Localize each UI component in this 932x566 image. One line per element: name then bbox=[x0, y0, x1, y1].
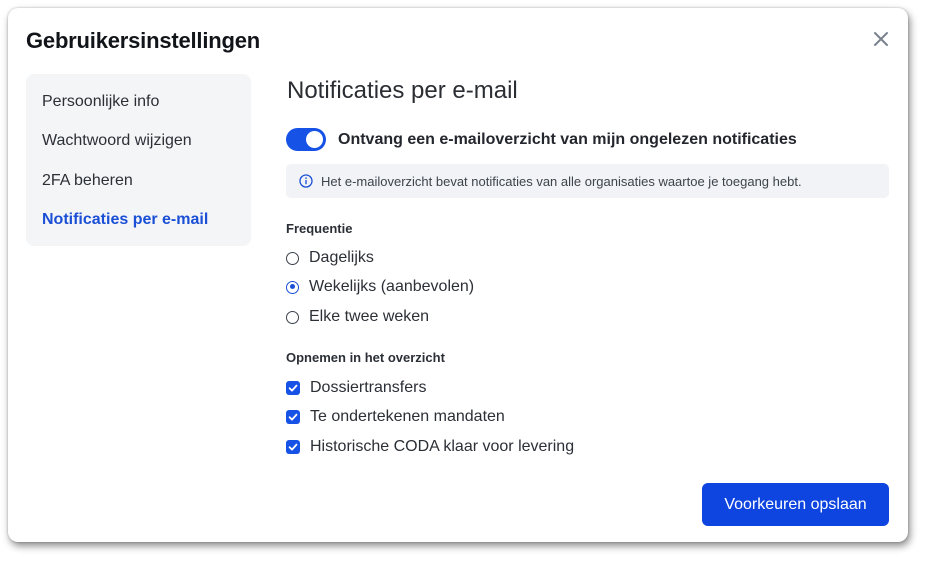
sidebar-item-personal-info[interactable]: Persoonlijke info bbox=[42, 93, 159, 111]
email-digest-toggle[interactable] bbox=[286, 128, 326, 151]
checkbox[interactable] bbox=[286, 440, 300, 454]
radio-button[interactable] bbox=[286, 251, 299, 265]
checkmark-icon bbox=[288, 443, 298, 451]
settings-sidebar: Persoonlijke info Wachtwoord wijzigen 2F… bbox=[26, 74, 251, 246]
option-label: Wekelijks (aanbevolen) bbox=[309, 278, 475, 295]
info-text: Het e-mailoverzicht bevat notificaties v… bbox=[321, 174, 802, 189]
option-label: Te ondertekenen mandaten bbox=[310, 408, 505, 425]
checkmark-icon bbox=[288, 384, 298, 392]
option-label: Dagelijks bbox=[309, 249, 374, 266]
email-digest-toggle-label: Ontvang een e-mailoverzicht van mijn ong… bbox=[338, 131, 797, 148]
sidebar-item-email-notifications[interactable]: Notificaties per e-mail bbox=[42, 211, 208, 229]
modal-title: Gebruikersinstellingen bbox=[26, 28, 261, 53]
save-preferences-button[interactable]: Voorkeuren opslaan bbox=[702, 483, 889, 526]
info-banner: Het e-mailoverzicht bevat notificaties v… bbox=[286, 164, 889, 198]
checkbox[interactable] bbox=[286, 410, 300, 424]
toggle-knob bbox=[306, 131, 323, 148]
option-label: Dossiertransfers bbox=[310, 379, 427, 396]
sidebar-item-manage-2fa[interactable]: 2FA beheren bbox=[42, 172, 133, 190]
settings-modal: Gebruikersinstellingen Persoonlijke info… bbox=[8, 8, 908, 542]
option-label: Historische CODA klaar voor levering bbox=[310, 438, 575, 455]
frequency-option-biweekly[interactable]: Elke twee weken bbox=[286, 307, 429, 327]
sidebar-item-change-password[interactable]: Wachtwoord wijzigen bbox=[42, 132, 192, 150]
checkbox[interactable] bbox=[286, 381, 300, 395]
option-label: Elke twee weken bbox=[309, 308, 430, 325]
checkmark-icon bbox=[288, 413, 298, 421]
radio-button[interactable] bbox=[286, 310, 299, 324]
include-option-mandates[interactable]: Te ondertekenen mandaten bbox=[286, 407, 505, 427]
close-icon bbox=[874, 32, 888, 46]
include-option-historical-coda[interactable]: Historische CODA klaar voor levering bbox=[286, 437, 574, 457]
section-title: Notificaties per e-mail bbox=[287, 77, 518, 104]
include-option-dossier-transfers[interactable]: Dossiertransfers bbox=[286, 378, 426, 398]
close-button[interactable] bbox=[870, 28, 892, 50]
frequency-option-weekly[interactable]: Wekelijks (aanbevolen) bbox=[286, 277, 474, 297]
info-icon bbox=[299, 174, 313, 188]
frequency-option-daily[interactable]: Dagelijks bbox=[286, 248, 374, 268]
radio-button-selected[interactable] bbox=[286, 280, 299, 294]
include-label: Opnemen in het overzicht bbox=[286, 350, 445, 365]
frequency-label: Frequentie bbox=[286, 221, 353, 236]
